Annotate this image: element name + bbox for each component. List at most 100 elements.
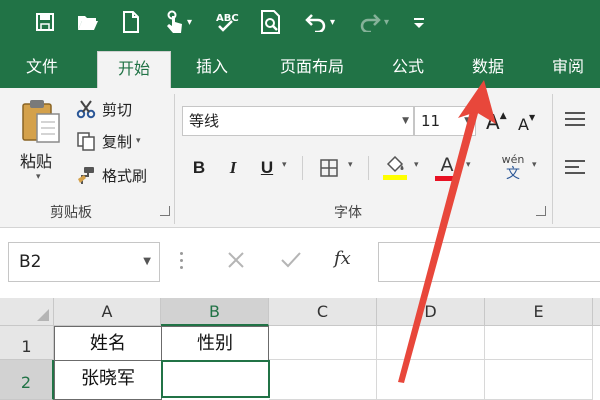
cell-d1[interactable] <box>377 326 485 360</box>
copy-icon <box>76 131 96 151</box>
cell-e1[interactable] <box>485 326 593 360</box>
phonetic-dropdown-icon[interactable]: ▾ <box>532 160 537 170</box>
shrink-font-glyph: A <box>518 114 529 134</box>
column-header-d[interactable]: D <box>377 298 485 326</box>
format-painter-icon <box>76 165 96 185</box>
column-header-c[interactable]: C <box>269 298 377 326</box>
cut-label: 剪切 <box>102 100 133 119</box>
cell-c1[interactable] <box>269 326 377 360</box>
copy-label: 复制 <box>102 132 133 151</box>
fill-color-icon[interactable] <box>380 153 410 183</box>
column-header-e[interactable]: E <box>485 298 593 326</box>
font-group-label: 字体 <box>334 205 362 221</box>
cut-button[interactable]: 剪切 <box>76 96 132 122</box>
row-header-1[interactable]: 1 <box>0 326 54 360</box>
align-top-icon[interactable] <box>564 106 586 132</box>
fill-color-dropdown-icon[interactable]: ▾ <box>414 160 419 170</box>
scissors-icon <box>76 99 96 119</box>
enter-icon[interactable] <box>280 250 302 275</box>
font-name-value: 等线 <box>189 112 220 130</box>
sheet-grid: A B C D E 1 2 姓名 性别 张晓军 <box>0 298 600 400</box>
open-icon[interactable] <box>72 7 104 37</box>
group-separator <box>174 94 175 224</box>
font-color-dropdown-icon[interactable]: ▾ <box>466 160 471 170</box>
cell-b2[interactable] <box>161 360 270 398</box>
clipboard-group-label: 剪贴板 <box>50 205 92 221</box>
name-box[interactable]: B2 ▼ <box>8 242 160 282</box>
underline-button[interactable]: U <box>254 153 280 183</box>
paste-icon[interactable] <box>16 96 66 146</box>
format-painter-label: 格式刷 <box>102 166 148 185</box>
cell-b1[interactable]: 性别 <box>161 326 269 361</box>
customize-qat-icon[interactable] <box>406 7 432 37</box>
formula-bar: B2 ▼ fx <box>0 228 600 298</box>
shrink-font-icon: ▼ <box>528 113 536 122</box>
print-preview-icon[interactable] <box>256 7 286 37</box>
tab-file[interactable]: 文件 <box>14 46 70 88</box>
format-painter-button[interactable]: 格式刷 <box>76 162 147 188</box>
group-separator <box>552 94 553 224</box>
title-bar: ▾ ABC ▾ ▾ <box>0 0 600 46</box>
ribbon-tab-bar: 文件 开始 插入 页面布局 公式 数据 审阅 <box>0 46 600 88</box>
button-separator <box>302 156 303 180</box>
tab-home[interactable]: 开始 <box>97 51 171 88</box>
spelling-icon[interactable]: ABC <box>212 7 242 37</box>
font-name-dropdown-icon[interactable]: ▼ <box>402 107 409 135</box>
fill-color-swatch <box>383 175 407 180</box>
touch-mode-icon[interactable]: ▾ <box>158 7 198 37</box>
formula-bar-resize-handle[interactable] <box>180 252 184 272</box>
cell-c2[interactable] <box>269 360 377 400</box>
column-header-f[interactable] <box>593 298 600 326</box>
formula-input[interactable] <box>378 242 600 282</box>
borders-dropdown-icon[interactable]: ▾ <box>348 160 353 170</box>
align-left-icon[interactable] <box>564 154 586 180</box>
tab-review[interactable]: 审阅 <box>540 46 596 88</box>
grow-font-glyph: A <box>486 110 500 134</box>
tab-insert[interactable]: 插入 <box>184 46 240 88</box>
save-icon[interactable] <box>30 7 60 37</box>
undo-icon[interactable]: ▾ <box>298 7 342 37</box>
cell-a2[interactable]: 张晓军 <box>54 360 162 400</box>
cell-d2[interactable] <box>377 360 485 400</box>
font-color-swatch <box>435 175 459 181</box>
redo-icon[interactable]: ▾ <box>352 7 396 37</box>
copy-dropdown-caret[interactable]: ▾ <box>136 136 141 146</box>
font-dialog-launcher[interactable] <box>536 206 546 216</box>
insert-function-button[interactable]: fx <box>334 248 351 269</box>
cell-a1[interactable]: 姓名 <box>54 326 162 361</box>
shrink-font-button[interactable]: A ▼ <box>518 110 535 138</box>
paste-button-label[interactable]: 粘贴 <box>20 148 52 172</box>
column-header-b[interactable]: B <box>161 298 269 326</box>
svg-text:ABC: ABC <box>216 13 239 24</box>
font-name-combo[interactable]: 等线 ▼ <box>182 106 414 136</box>
name-box-dropdown-icon[interactable]: ▼ <box>143 243 151 281</box>
font-size-combo[interactable]: 11 ▼ <box>414 106 476 136</box>
new-icon[interactable] <box>118 7 144 37</box>
tab-formulas[interactable]: 公式 <box>380 46 436 88</box>
paste-dropdown-caret[interactable]: ▾ <box>36 172 41 182</box>
phonetic-sub-glyph: 文 <box>506 166 520 182</box>
select-all-corner[interactable] <box>0 298 54 326</box>
font-size-dropdown-icon[interactable]: ▼ <box>464 107 471 135</box>
font-color-icon[interactable]: A <box>432 153 462 183</box>
button-separator <box>368 156 369 180</box>
clipboard-dialog-launcher[interactable] <box>160 206 170 216</box>
grow-font-button[interactable]: A ▲ <box>486 108 507 136</box>
phonetic-guide-button[interactable]: wén 文 <box>496 153 530 183</box>
tab-page-layout[interactable]: 页面布局 <box>266 46 358 88</box>
copy-button[interactable]: 复制 ▾ <box>76 128 141 154</box>
borders-icon[interactable] <box>314 153 344 183</box>
phonetic-glyph: wén <box>501 153 525 166</box>
bold-button[interactable]: B <box>186 153 212 183</box>
ribbon: 粘贴 ▾ 剪切 复制 ▾ 格式刷 剪贴板 等线 ▼ 11 ▼ A ▲ A ▼ B… <box>0 88 600 228</box>
underline-dropdown-icon[interactable]: ▾ <box>282 160 287 170</box>
column-header-a[interactable]: A <box>54 298 161 326</box>
tab-data[interactable]: 数据 <box>460 46 516 88</box>
name-box-value: B2 <box>19 252 42 272</box>
row-header-2[interactable]: 2 <box>0 360 54 400</box>
cancel-icon[interactable] <box>226 250 246 275</box>
italic-button[interactable]: I <box>220 153 246 183</box>
cell-e2[interactable] <box>485 360 593 400</box>
grow-font-icon: ▲ <box>499 111 507 121</box>
font-size-value: 11 <box>421 112 441 130</box>
